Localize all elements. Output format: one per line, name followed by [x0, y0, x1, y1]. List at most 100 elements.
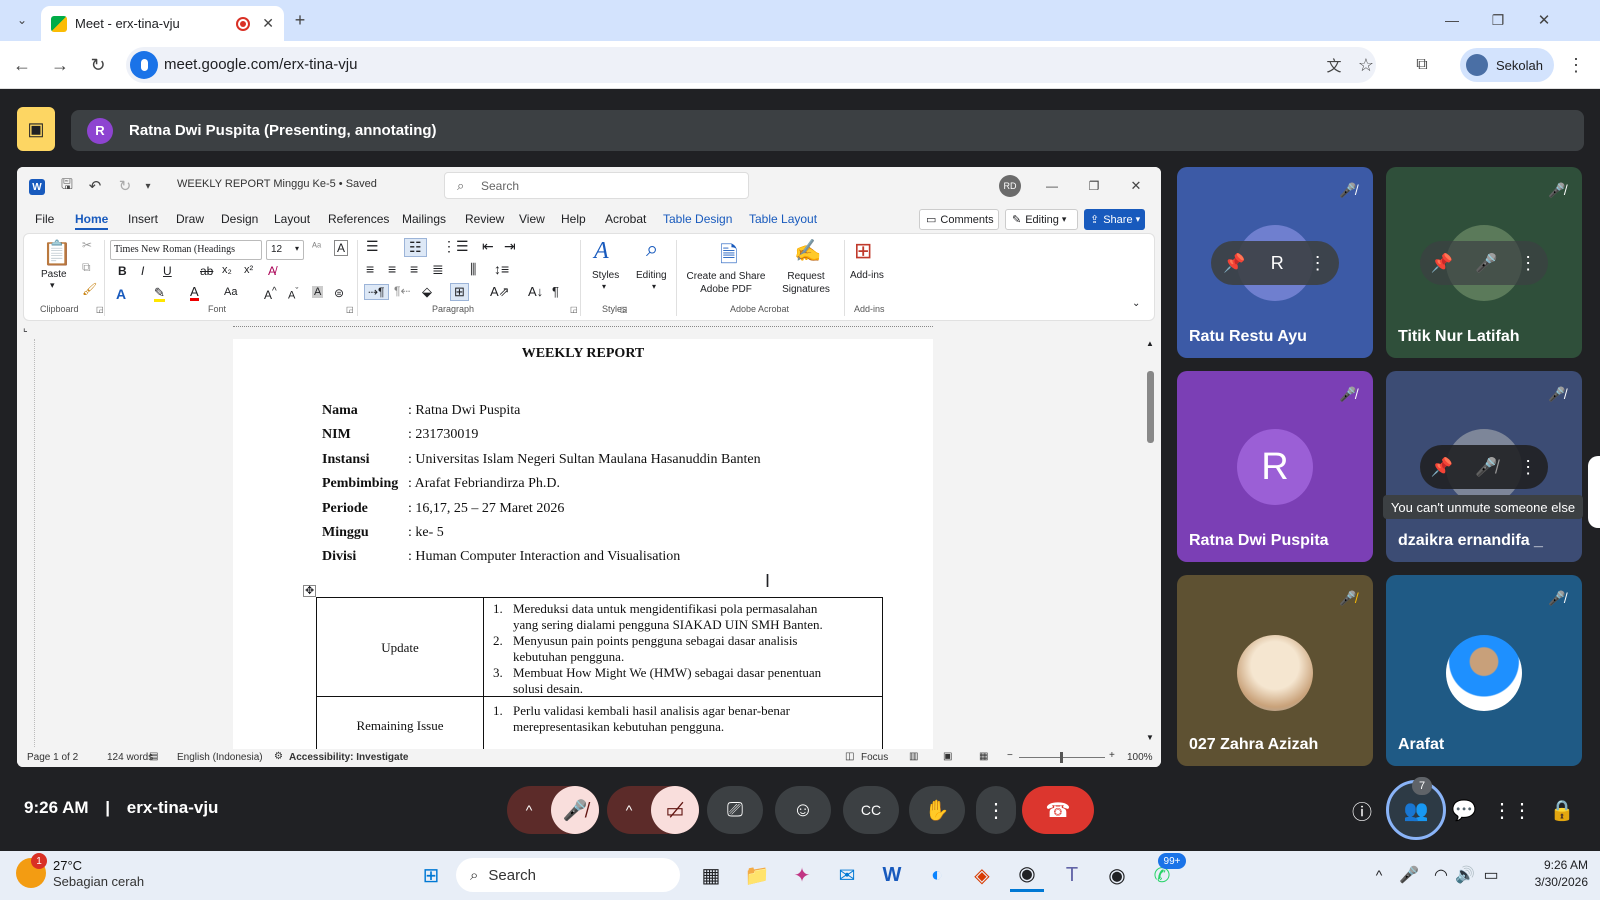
autosave-icon[interactable]: 🖫	[57, 176, 77, 196]
sort-icon[interactable]: A↓	[528, 284, 543, 299]
word-minimize-icon[interactable]: —	[1041, 176, 1063, 196]
raise-hand-button[interactable]: ✋	[909, 786, 965, 834]
tab-review[interactable]: Review	[465, 212, 504, 226]
tab-acrobat[interactable]: Acrobat	[605, 212, 646, 226]
side-panel-handle[interactable]	[1588, 456, 1600, 528]
accessibility-status[interactable]: Accessibility: Investigate	[289, 752, 409, 763]
justify-icon[interactable]: ≣	[432, 261, 444, 278]
subscript-icon[interactable]: x₂	[222, 264, 232, 276]
pin-icon[interactable]: 📌	[1431, 457, 1453, 478]
align-right-icon[interactable]: ≡	[410, 261, 418, 277]
chrome-icon[interactable]: ◉	[1010, 858, 1044, 892]
host-controls-button[interactable]: 🔒	[1544, 786, 1580, 834]
line-spacing-icon[interactable]: ↕≡	[494, 261, 509, 277]
video-options-chevron-icon[interactable]: ^	[609, 786, 649, 834]
tab-design[interactable]: Design	[221, 212, 258, 226]
columns-icon[interactable]: ⫼	[470, 261, 476, 278]
show-hidden-icons-chevron-icon[interactable]: ^	[1362, 858, 1396, 892]
undo-icon[interactable]: ↶	[83, 176, 107, 196]
font-name-select[interactable]: Times New Roman (Headings	[110, 240, 262, 260]
add-ins-grid-icon[interactable]: ⊞	[854, 238, 872, 264]
microphone-in-use-icon[interactable]	[130, 51, 158, 79]
vertical-scrollbar[interactable]: ▲ ▼	[1145, 339, 1157, 747]
styles-icon[interactable]: A	[594, 238, 609, 265]
microphone-tray-icon[interactable]: 🎤	[1392, 858, 1426, 892]
profile-chip[interactable]: Sekolah	[1460, 48, 1554, 82]
ltr-text-icon[interactable]: ⇢¶	[364, 284, 389, 300]
superscript-icon[interactable]: x²	[244, 264, 253, 276]
pin-icon[interactable]: 📌	[1431, 253, 1453, 274]
table-move-handle-icon[interactable]: ✥	[303, 585, 317, 597]
align-center-icon[interactable]: ≡	[388, 261, 396, 277]
new-tab-plus-icon[interactable]: +	[288, 8, 312, 32]
task-view-icon[interactable]: ▦	[694, 858, 728, 892]
borders-icon[interactable]: ⊞	[450, 283, 469, 301]
proofing-icon[interactable]: ▤	[149, 751, 158, 762]
zoom-in-icon[interactable]: +	[1109, 750, 1115, 761]
restore-window-icon[interactable]: ❐	[1484, 8, 1512, 32]
audio-options-chevron-icon[interactable]: ^	[509, 786, 549, 834]
translate-icon[interactable]: 文	[1322, 53, 1346, 77]
clipboard-launcher-icon[interactable]: ◲	[96, 305, 104, 314]
participant-tile[interactable]: 📌 🎤̸ ⋮ 🎤̸ dzaikra ernandifa _	[1386, 371, 1582, 562]
activities-button[interactable]: ⋮⋮	[1492, 786, 1532, 834]
word-close-icon[interactable]: ✕	[1125, 176, 1147, 196]
mute-disabled-icon[interactable]: 🎤̸	[1475, 457, 1497, 478]
forward-arrow-icon[interactable]: →	[48, 53, 72, 77]
microphone-off-button[interactable]: 🎤̸	[551, 786, 599, 834]
styles-chevron-icon[interactable]: ▾	[602, 282, 606, 291]
font-launcher-icon[interactable]: ◲	[346, 305, 354, 314]
participant-tile[interactable]: 🎤̸ 027 Zahra Azizah	[1177, 575, 1373, 766]
mute-participant-icon[interactable]: 🎤	[1475, 253, 1497, 274]
weather-description[interactable]: Sebagian cerah	[53, 874, 144, 889]
outlook-icon[interactable]: ✉	[830, 858, 864, 892]
shrink-font-icon[interactable]: Aˇ	[288, 286, 298, 302]
word-search-box[interactable]: ⌕ Search	[444, 172, 749, 199]
paste-clipboard-icon[interactable]: 📋	[42, 238, 72, 268]
close-tab-icon[interactable]: ✕	[262, 15, 274, 32]
editing-mode-button[interactable]: ✎ Editing ▾	[1005, 209, 1078, 230]
bold-icon[interactable]: B	[118, 264, 127, 278]
highlight-color-icon[interactable]: ✎	[154, 286, 165, 302]
reactions-button[interactable]: ☺	[775, 786, 831, 834]
tab-mailings[interactable]: Mailings	[402, 212, 446, 226]
tab-help[interactable]: Help	[561, 212, 586, 226]
tab-selector-icon[interactable]: ⌞	[23, 323, 28, 334]
quick-access-chevron-icon[interactable]: ▾	[141, 176, 155, 196]
scroll-up-icon[interactable]: ▲	[1146, 339, 1154, 348]
italic-icon[interactable]: I	[141, 264, 144, 278]
redo-icon[interactable]: ↻	[115, 176, 135, 196]
paragraph-launcher-icon[interactable]: ◲	[570, 305, 578, 314]
tab-layout[interactable]: Layout	[274, 212, 310, 226]
document-title[interactable]: WEEKLY REPORT Minggu Ke-5 • Saved	[177, 178, 377, 190]
numbering-icon[interactable]: ☷	[404, 238, 427, 257]
word-count[interactable]: 124 words	[107, 752, 153, 763]
editing-chevron-icon[interactable]: ▾	[652, 282, 656, 291]
tab-view[interactable]: View	[519, 212, 545, 226]
browser-menu-kebab-icon[interactable]: ⋮	[1566, 53, 1586, 77]
styles-label[interactable]: Styles	[592, 270, 619, 281]
zoom-out-icon[interactable]: −	[1007, 750, 1013, 761]
chat-button[interactable]: 💬	[1446, 786, 1482, 834]
report-table[interactable]: Update 1. Mereduksi data untuk mengident…	[316, 597, 883, 749]
underline-icon[interactable]: U	[163, 264, 172, 278]
extensions-puzzle-icon[interactable]: ⧉	[1410, 53, 1434, 77]
text-effects-icon[interactable]: A	[116, 286, 126, 302]
read-mode-icon[interactable]: ▥	[909, 751, 918, 762]
tab-table-layout[interactable]: Table Layout	[749, 212, 817, 226]
rtl-text-icon[interactable]: ¶⇠	[394, 284, 411, 298]
minimize-window-icon[interactable]: —	[1438, 8, 1466, 32]
system-clock[interactable]: 9:26 AM 3/30/2026	[1504, 858, 1588, 889]
editing-search-icon[interactable]: ⌕	[646, 236, 658, 262]
zoom-slider-thumb[interactable]	[1060, 752, 1063, 763]
clear-formatting-icon[interactable]: A̸	[268, 264, 276, 278]
weather-temp[interactable]: 27°C	[53, 858, 82, 873]
text-case-icon[interactable]: Aa	[224, 286, 237, 298]
cut-scissors-icon[interactable]: ✂	[82, 238, 92, 252]
stop-presenting-icon[interactable]: ▣	[17, 107, 55, 151]
enclose-characters-icon[interactable]: ⊜	[334, 286, 344, 300]
tab-home[interactable]: Home	[75, 212, 109, 230]
tab-file[interactable]: File	[35, 212, 54, 226]
more-options-icon[interactable]: ⋮	[1309, 253, 1327, 274]
print-layout-icon[interactable]: ▣	[943, 751, 952, 762]
